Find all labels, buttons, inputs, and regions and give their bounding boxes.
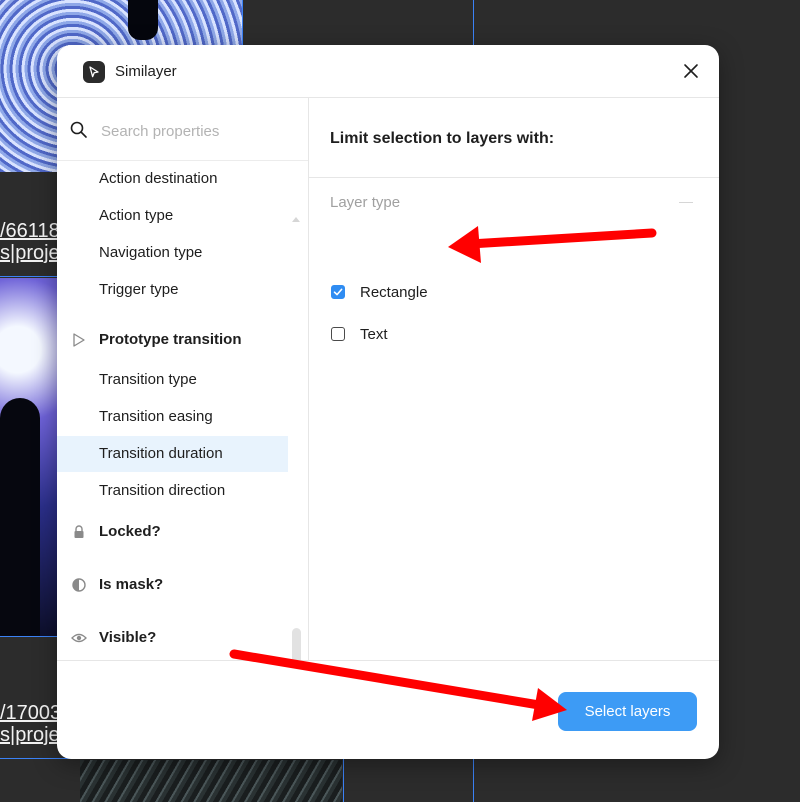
canvas-url-text[interactable]: s|proje [0, 724, 60, 746]
checkmark-icon [333, 288, 343, 296]
group-label: Prototype transition [99, 331, 242, 348]
properties-panel: Action destination Action type Navigatio… [57, 98, 309, 660]
section-collapse-toggle[interactable] [679, 202, 693, 203]
search-bar [57, 98, 308, 161]
scrollbar-thumb[interactable] [292, 628, 301, 660]
dialog-footer: Select layers [57, 660, 719, 759]
selection-outline [343, 758, 344, 802]
option-text[interactable]: Text [331, 322, 388, 346]
section-label-layer-type: Layer type [330, 194, 401, 211]
half-circle-icon [72, 578, 86, 592]
scroll-up-arrow-icon[interactable] [290, 214, 302, 224]
group-prototype-transition[interactable]: Prototype transition [57, 322, 288, 358]
canvas-url-text[interactable]: s|proje [0, 242, 60, 264]
close-button[interactable] [679, 59, 703, 83]
property-label: Is mask? [99, 576, 164, 593]
property-item-action-destination[interactable]: Action destination [57, 161, 288, 197]
search-icon [70, 121, 87, 138]
filter-panel: Limit selection to layers with: Layer ty… [309, 98, 719, 660]
eye-icon [71, 633, 87, 643]
property-label: Visible? [99, 629, 157, 646]
close-icon [684, 64, 698, 78]
property-item-trigger-type[interactable]: Trigger type [57, 272, 288, 308]
filter-panel-header: Limit selection to layers with: [309, 98, 719, 178]
selection-outline [0, 636, 58, 637]
option-label: Text [360, 325, 388, 343]
canvas-figure-silhouette [128, 0, 158, 40]
property-visible[interactable]: Visible? [57, 620, 288, 656]
select-layers-button[interactable]: Select layers [558, 692, 697, 731]
property-item-transition-duration[interactable]: Transition duration [57, 436, 288, 472]
similayer-dialog: Similayer Action destination Action type… [57, 45, 719, 759]
property-is-mask[interactable]: Is mask? [57, 567, 288, 603]
property-item-navigation-type[interactable]: Navigation type [57, 235, 288, 271]
property-label: Locked? [99, 523, 161, 540]
play-triangle-icon [73, 333, 85, 347]
filter-panel-title: Limit selection to layers with: [330, 130, 555, 147]
figma-canvas: /66118 s|proje /17003 s|proje Similayer [0, 0, 800, 802]
option-rectangle[interactable]: Rectangle [331, 280, 428, 304]
selection-outline [0, 276, 58, 277]
property-list: Action destination Action type Navigatio… [57, 161, 308, 660]
property-list-scrollbar[interactable] [290, 214, 302, 660]
property-item-transition-direction[interactable]: Transition direction [57, 473, 288, 509]
property-item-transition-type[interactable]: Transition type [57, 362, 288, 398]
canvas-url-text[interactable]: /66118 [0, 220, 60, 242]
canvas-person-silhouette [0, 398, 40, 636]
option-label: Rectangle [360, 283, 428, 301]
canvas-url-text[interactable]: /17003 [0, 702, 61, 724]
lock-icon [74, 525, 84, 538]
dialog-titlebar: Similayer [57, 45, 719, 98]
canvas-image-bottom[interactable] [80, 760, 342, 802]
property-item-action-type[interactable]: Action type [57, 198, 288, 234]
canvas-image-middle[interactable] [0, 278, 58, 636]
checkbox-text[interactable] [331, 327, 345, 341]
property-locked[interactable]: Locked? [57, 514, 288, 550]
checkbox-rectangle[interactable] [331, 285, 345, 299]
property-item-transition-easing[interactable]: Transition easing [57, 399, 288, 435]
cursor-arrow-icon [83, 61, 105, 83]
search-input[interactable] [99, 118, 293, 144]
app-title: Similayer [115, 63, 177, 80]
